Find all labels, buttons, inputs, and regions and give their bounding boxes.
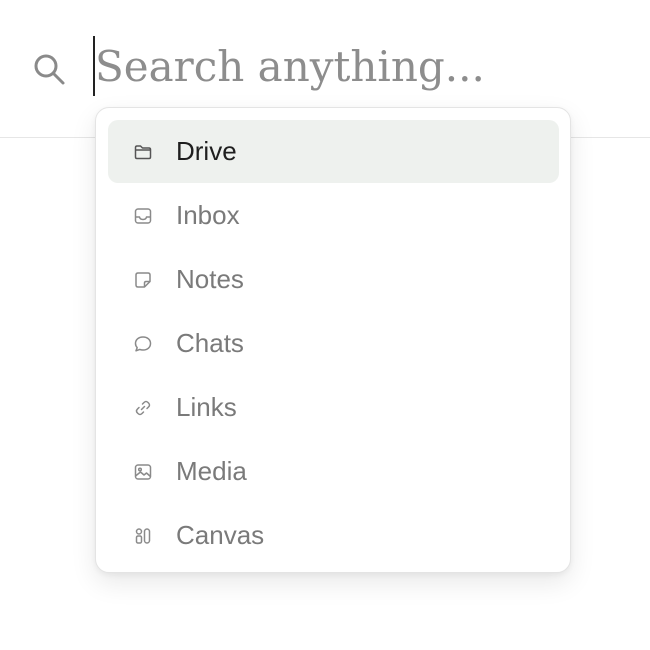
menu-item-drive[interactable]: Drive xyxy=(108,120,559,183)
folder-icon xyxy=(133,142,153,162)
inbox-icon xyxy=(133,206,153,226)
search-icon xyxy=(31,51,67,87)
menu-item-canvas[interactable]: Canvas xyxy=(108,504,559,567)
menu-item-label: Links xyxy=(176,392,237,422)
menu-item-media[interactable]: Media xyxy=(108,440,559,503)
menu-item-links[interactable]: Links xyxy=(108,376,559,439)
note-icon xyxy=(133,270,153,290)
menu-item-label: Inbox xyxy=(176,200,240,230)
menu-item-label: Notes xyxy=(176,264,244,294)
link-icon xyxy=(133,398,153,418)
menu-item-label: Drive xyxy=(176,136,237,166)
image-icon xyxy=(133,462,153,482)
search-dropdown: Drive Inbox Notes Chats Links Media Canv… xyxy=(95,107,571,573)
menu-item-label: Canvas xyxy=(176,520,265,550)
menu-item-chats[interactable]: Chats xyxy=(108,312,559,375)
canvas-icon xyxy=(133,526,153,546)
menu-item-label: Chats xyxy=(176,328,244,358)
chat-icon xyxy=(133,334,153,354)
search-input[interactable] xyxy=(95,30,625,102)
menu-item-inbox[interactable]: Inbox xyxy=(108,184,559,247)
menu-item-notes[interactable]: Notes xyxy=(108,248,559,311)
menu-item-label: Media xyxy=(176,456,247,486)
